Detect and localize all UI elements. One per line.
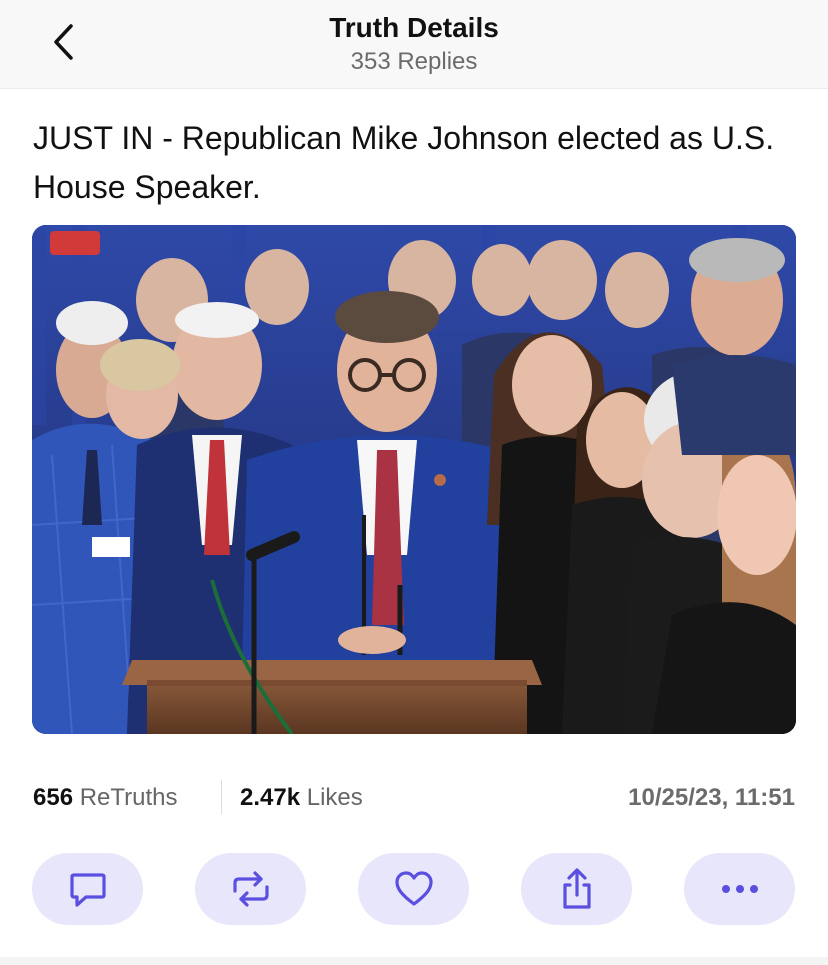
stats-divider bbox=[221, 780, 222, 814]
action-bar bbox=[32, 853, 796, 925]
likes-count: 2.47k bbox=[240, 784, 301, 811]
reply-button[interactable] bbox=[32, 853, 143, 925]
likes-stat[interactable]: 2.47k Likes bbox=[240, 784, 363, 812]
more-button[interactable] bbox=[684, 853, 795, 925]
section-divider bbox=[0, 957, 828, 965]
repost-icon bbox=[232, 871, 269, 907]
page-title: Truth Details bbox=[329, 12, 499, 43]
likes-label: Likes bbox=[306, 784, 363, 811]
retruths-count: 656 bbox=[33, 784, 74, 811]
retruths-label: ReTruths bbox=[79, 784, 178, 811]
retruths-stat[interactable]: 656 ReTruths bbox=[33, 784, 178, 812]
post-timestamp: 10/25/23, 11:51 bbox=[628, 784, 795, 811]
more-icon bbox=[721, 885, 758, 893]
post-stats: 656 ReTruths 2.47k Likes 10/25/23, 11:51 bbox=[33, 780, 795, 816]
share-icon bbox=[562, 868, 591, 909]
like-button[interactable] bbox=[358, 853, 469, 925]
share-button[interactable] bbox=[521, 853, 632, 925]
top-bar: Truth Details 353 Replies bbox=[0, 0, 828, 89]
post-image[interactable] bbox=[32, 225, 796, 734]
post-text: JUST IN - Republican Mike Johnson electe… bbox=[33, 120, 775, 205]
photo-illustration bbox=[32, 225, 796, 734]
comment-icon bbox=[69, 873, 106, 907]
retruth-button[interactable] bbox=[195, 853, 306, 925]
reply-count: 353 Replies bbox=[350, 48, 478, 75]
heart-icon bbox=[394, 871, 433, 906]
